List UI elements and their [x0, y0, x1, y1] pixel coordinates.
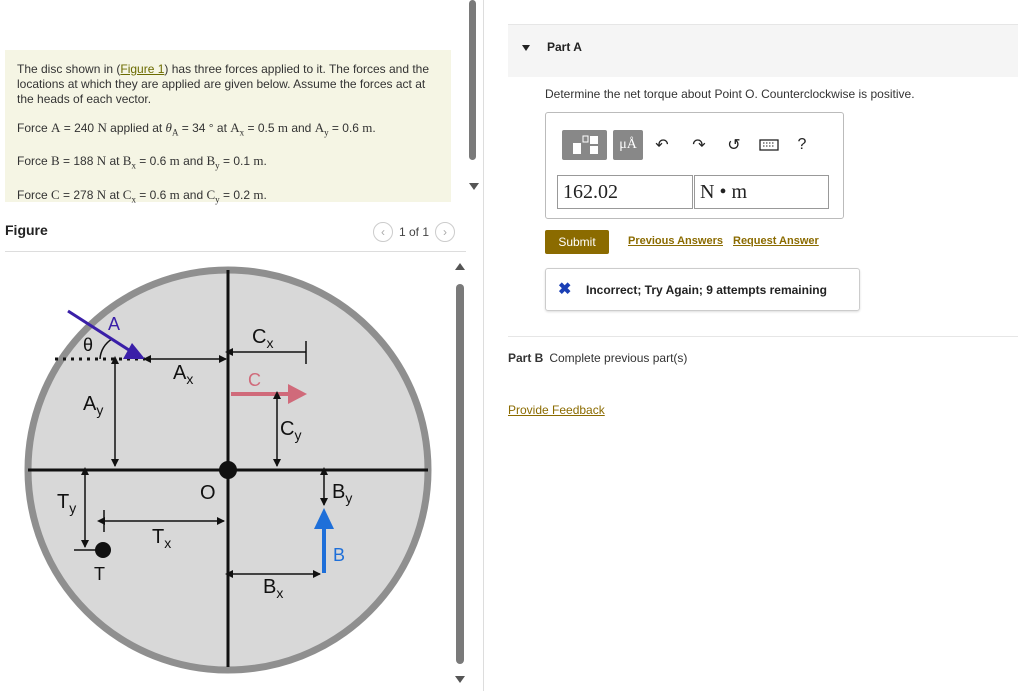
left-panel: The disc shown in (Figure 1) has three f…	[0, 0, 483, 691]
answer-input[interactable]: 162.02	[557, 175, 693, 209]
problem-scrollbar[interactable]	[469, 0, 476, 160]
undo-icon[interactable]: ↶	[650, 130, 674, 160]
force-a-line: Force A = 240 N applied at θA = 34 ° at …	[17, 120, 376, 138]
keyboard-button[interactable]	[756, 130, 782, 160]
template-icon	[572, 135, 598, 154]
disc-figure: O θ A Ax Ay Cx C Cy By B Bx Ty Tx T	[24, 266, 432, 674]
figure-page-indicator: 1 of 1	[399, 225, 430, 239]
figure-link[interactable]: Figure 1	[120, 62, 164, 76]
part-b-row: Part B Complete previous part(s)	[508, 351, 687, 365]
figure-divider	[5, 251, 466, 252]
point-t	[95, 542, 111, 558]
label-theta: θ	[83, 335, 93, 355]
request-answer-link[interactable]: Request Answer	[733, 235, 819, 247]
right-panel: Part A Determine the net torque about Po…	[484, 0, 1018, 691]
reset-icon[interactable]: ↺	[722, 130, 746, 160]
label-a: A	[108, 314, 120, 334]
part-b-label: Part B	[508, 351, 544, 365]
provide-feedback-link[interactable]: Provide Feedback	[508, 403, 605, 417]
part-b-text: Complete previous part(s)	[549, 351, 688, 365]
next-figure-button[interactable]: ›	[435, 222, 456, 242]
collapse-triangle-icon[interactable]	[522, 45, 530, 51]
part-divider	[508, 336, 1018, 337]
label-b: B	[333, 545, 345, 565]
problem-statement: The disc shown in (Figure 1) has three f…	[5, 50, 451, 204]
part-a-question: Determine the net torque about Point O. …	[545, 87, 915, 101]
problem-intro: The disc shown in (Figure 1) has three f…	[17, 62, 430, 106]
unit-input[interactable]: N • m	[694, 175, 829, 209]
figure-scroll-down-icon[interactable]	[455, 676, 465, 683]
part-a-header[interactable]: Part A	[508, 24, 1018, 77]
point-o	[219, 461, 237, 479]
scroll-down-arrow-icon[interactable]	[469, 183, 479, 190]
label-t: T	[94, 564, 105, 584]
figure-title: Figure	[5, 222, 48, 238]
label-c: C	[248, 370, 261, 390]
units-button[interactable]: μÅ	[613, 130, 643, 160]
redo-icon[interactable]: ↷	[687, 130, 711, 160]
help-button[interactable]: ?	[790, 130, 814, 160]
previous-answers-link[interactable]: Previous Answers	[628, 235, 723, 247]
figure-pager: ‹ 1 of 1 ›	[373, 222, 456, 242]
feedback-message: ✖ Incorrect; Try Again; 9 attempts remai…	[545, 268, 860, 311]
submit-button[interactable]: Submit	[545, 230, 609, 254]
label-o: O	[200, 482, 216, 504]
previous-figure-button[interactable]: ‹	[373, 222, 393, 242]
template-button[interactable]	[562, 130, 607, 160]
keyboard-icon	[759, 139, 779, 151]
figure-scrollbar[interactable]	[456, 284, 464, 664]
force-b-line: Force B = 188 N at Bx = 0.6 m and By = 0…	[17, 153, 267, 171]
incorrect-x-icon: ✖	[558, 281, 572, 298]
answer-box: μÅ ↶ ↷ ↺ ? 162.02 N • m	[545, 112, 844, 219]
force-c-line: Force C = 278 N at Cx = 0.6 m and Cy = 0…	[17, 186, 267, 205]
figure-scroll-up-icon[interactable]	[455, 263, 465, 270]
feedback-text: Incorrect; Try Again; 9 attempts remaini…	[586, 283, 827, 297]
part-a-label: Part A	[547, 40, 582, 54]
